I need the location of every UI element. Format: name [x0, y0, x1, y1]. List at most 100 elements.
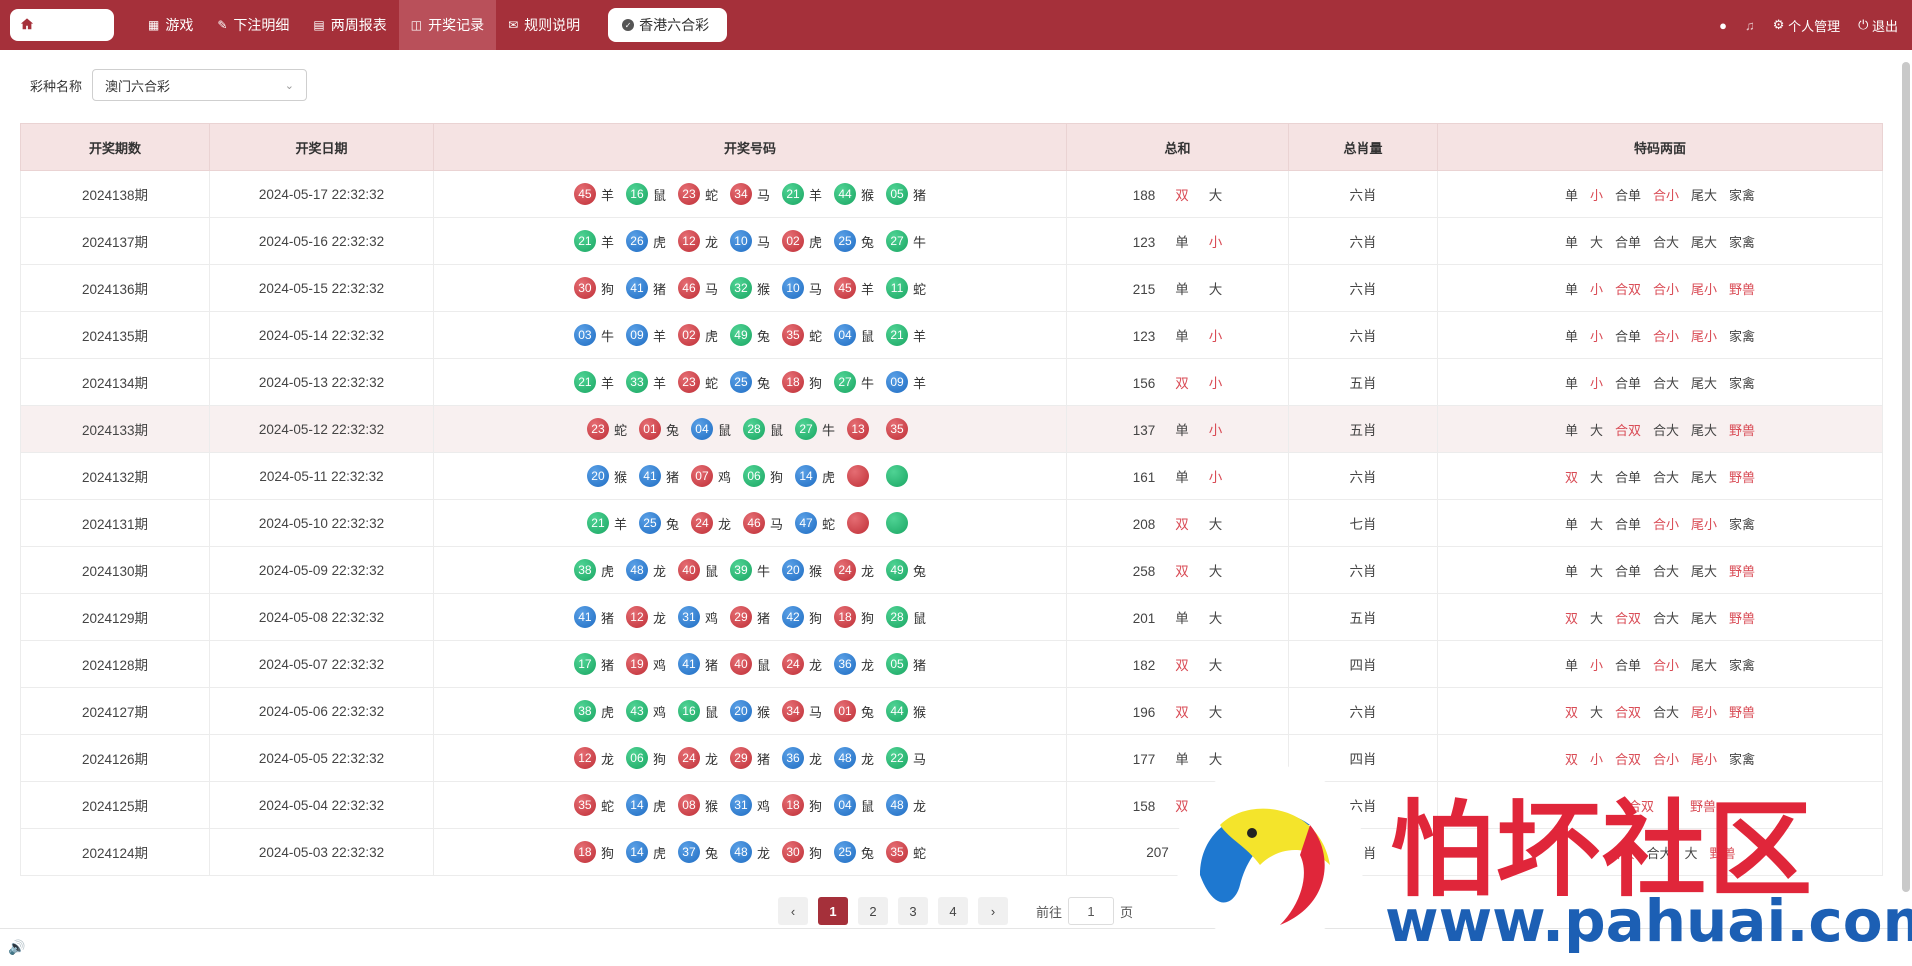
date-cell: 2024-05-10 22:32:32 [209, 499, 434, 547]
special-two-sides-cell: 单大合单 合小 尾小 家禽 [1437, 499, 1883, 547]
ball-group: 28 鼠 [743, 418, 783, 440]
column-header: 开奖号码 [433, 123, 1067, 171]
zodiac-label: 牛 [600, 328, 614, 344]
current-lottery-tab[interactable]: ✓ 香港六合彩 [608, 8, 728, 42]
numbers-cell: 38 虎 43 鸡 16 鼠 20 猴 34 马 01 兔 44 猴 [433, 687, 1067, 735]
sound-toggle-icon[interactable]: ♫ [1745, 18, 1755, 33]
ball-group: 09 羊 [625, 324, 666, 346]
user-icon[interactable]: ● [1719, 18, 1727, 33]
nav-item-3[interactable]: ◫ 开奖记录 [398, 0, 497, 50]
next-page-button[interactable]: › [978, 897, 1008, 925]
table-row[interactable]: 2024134期 2024-05-13 22:32:32 21 羊 33 羊 23 蛇 25 兔 1… [20, 358, 1883, 406]
number-ball: 08 [677, 794, 700, 816]
two-sides-tag: 大 [1589, 469, 1603, 485]
table-row[interactable]: 2024136期 2024-05-15 22:32:32 30 狗 41 猪 46 马 32 猴 1… [20, 264, 1883, 312]
zodiac-label: 鸡 [704, 610, 718, 626]
ball-group: 46 马 [743, 512, 783, 534]
ball-group: 14 虎 [625, 841, 666, 863]
ball-group: 30 狗 [573, 277, 614, 299]
nav-item-0[interactable]: ▦ 游戏 [136, 0, 205, 50]
date-cell: 2024-05-07 22:32:32 [209, 640, 434, 688]
nav-item-4[interactable]: ✉ 规则说明 [496, 0, 592, 50]
two-sides-tag: 合单 [1614, 187, 1641, 203]
prev-page-button[interactable]: ‹ [778, 897, 808, 925]
number-ball: 43 [625, 700, 648, 722]
two-sides-tag: 合小 [1653, 516, 1680, 532]
number-ball: 45 [834, 277, 857, 299]
two-sides-tag: 合大 [1653, 234, 1680, 250]
home-button[interactable] [10, 9, 114, 41]
profile-link[interactable]: ⚙ 个人管理 [1773, 16, 1840, 35]
table-row[interactable]: 2024129期 2024-05-08 22:32:32 41 猪 12 龙 31 鸡 29 猪 4… [20, 593, 1883, 641]
table-row[interactable]: 2024138期 2024-05-17 22:32:32 45 羊 16 鼠 23 蛇 34 马 2… [20, 170, 1883, 218]
two-sides-tag: 野兽 [1729, 563, 1756, 579]
table-row[interactable]: 2024131期 2024-05-10 22:32:32 21 羊 25 兔 24 龙 46 马 4… [20, 499, 1883, 547]
two-sides-tag: 合双 [1614, 422, 1641, 438]
number-ball: 24 [834, 559, 857, 581]
table-row[interactable]: 2024133期 2024-05-12 22:32:32 23 蛇 01 兔 04 鼠 28 鼠 2… [20, 405, 1883, 453]
two-sides-tag: 尾大 [1691, 422, 1718, 438]
page-jump-input[interactable]: 1 [1068, 897, 1115, 925]
period-cell: 2024125期 [20, 781, 210, 829]
two-sides-tag: 合大 [1653, 563, 1680, 579]
page-button[interactable]: 2 [858, 897, 888, 925]
zodiac-label: 蛇 [704, 187, 718, 203]
two-sides-tag: 双 [1564, 610, 1578, 626]
nav-item-1[interactable]: ✎ 下注明细 [205, 0, 301, 50]
lottery-select[interactable]: 澳门六合彩 ⌄ [92, 69, 308, 101]
speaker-icon[interactable]: 🔊 [8, 939, 25, 956]
ball-group: 16 鼠 [625, 183, 666, 205]
two-sides-tag: 合双 [1614, 281, 1641, 297]
ball-group: 36 龙 [834, 653, 874, 675]
number-ball: 37 [677, 841, 700, 863]
table-row[interactable]: 2024132期 2024-05-11 22:32:32 20 猴 41 猪 07 鸡 06 狗 1… [20, 452, 1883, 500]
zodiac-label: 龙 [717, 516, 731, 532]
page-button[interactable]: 4 [938, 897, 968, 925]
ball-group: 38 虎 [573, 559, 614, 581]
zodiac-label: 羊 [652, 375, 666, 391]
date-cell: 2024-05-08 22:32:32 [209, 593, 434, 641]
zodiac-label: 龙 [861, 563, 875, 579]
vertical-scrollbar[interactable] [1902, 62, 1910, 892]
table-row[interactable]: 2024137期 2024-05-16 22:32:32 21 羊 26 虎 12 龙 10 马 0… [20, 217, 1883, 265]
two-sides-tag: 野兽 [1729, 610, 1756, 626]
date-cell: 2024-05-13 22:32:32 [209, 358, 434, 406]
period-cell: 2024131期 [20, 499, 210, 547]
table-row[interactable]: 2024135期 2024-05-14 22:32:32 03 牛 09 羊 02 虎 49 兔 3… [20, 311, 1883, 359]
page-button[interactable]: 3 [898, 897, 928, 925]
ball-group: 25 兔 [729, 371, 770, 393]
number-ball: 29 [729, 606, 752, 628]
number-ball: 25 [638, 512, 661, 534]
fish-logo-icon [1175, 765, 1365, 945]
special-two-sides-cell: 单大合单 合大 尾大 家禽 [1437, 217, 1883, 265]
two-sides-tag: 小 [1589, 281, 1603, 297]
number-ball: 32 [729, 277, 752, 299]
number-ball: 16 [677, 700, 700, 722]
zodiac-label: 鸡 [756, 798, 770, 814]
two-sides-tag: 合小 [1653, 281, 1680, 297]
nav-item-label: 两周报表 [330, 17, 387, 33]
logout-link[interactable]: ⏻ 退出 [1858, 16, 1898, 35]
zodiac-label: 马 [756, 234, 770, 250]
sum-size: 小 [1208, 423, 1223, 438]
table-row[interactable]: 2024128期 2024-05-07 22:32:32 17 猪 19 鸡 41 猪 40 鼠 2… [20, 640, 1883, 688]
ball-group: 17 猪 [573, 653, 614, 675]
ball-group: 18 狗 [834, 606, 874, 628]
number-ball: 24 [690, 512, 713, 534]
number-ball: 48 [729, 841, 752, 863]
nav-item-2[interactable]: ▤ 两周报表 [301, 0, 398, 50]
ball-group: 29 猪 [729, 606, 770, 628]
number-ball: 01 [834, 700, 857, 722]
zodiac-label: 鼠 [717, 422, 731, 438]
number-ball: 49 [729, 324, 752, 346]
page-button[interactable]: 1 [818, 897, 848, 925]
two-sides-tag: 单 [1564, 187, 1578, 203]
number-ball: 12 [677, 230, 700, 252]
number-ball: 36 [782, 747, 804, 769]
number-ball: 19 [625, 653, 648, 675]
edit-icon: ✎ [217, 18, 228, 32]
table-row[interactable]: 2024130期 2024-05-09 22:32:32 38 虎 48 龙 40 鼠 39 牛 2… [20, 546, 1883, 594]
ball-group: 02 虎 [677, 324, 718, 346]
table-row[interactable]: 2024127期 2024-05-06 22:32:32 38 虎 43 鸡 16 鼠 20 猴 3… [20, 687, 1883, 735]
two-sides-tag: 小 [1589, 328, 1603, 344]
